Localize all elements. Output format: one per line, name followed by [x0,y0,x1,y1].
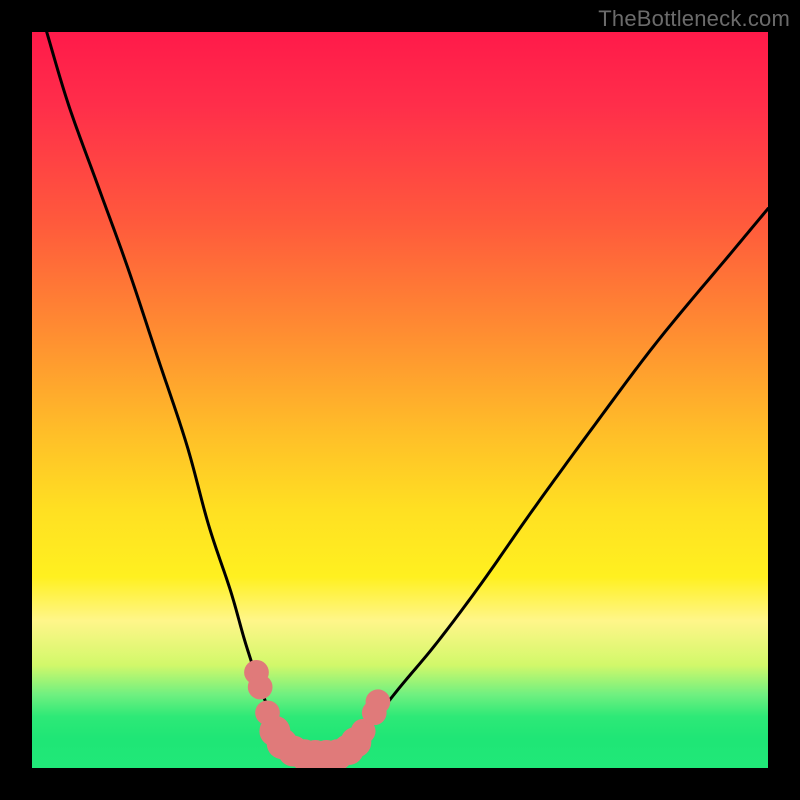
curve-line [47,32,768,754]
watermark-text: TheBottleneck.com [598,6,790,32]
data-marker [248,675,273,700]
chart-plot-area [32,32,768,768]
data-marker [366,689,391,714]
bottleneck-chart [32,32,768,768]
